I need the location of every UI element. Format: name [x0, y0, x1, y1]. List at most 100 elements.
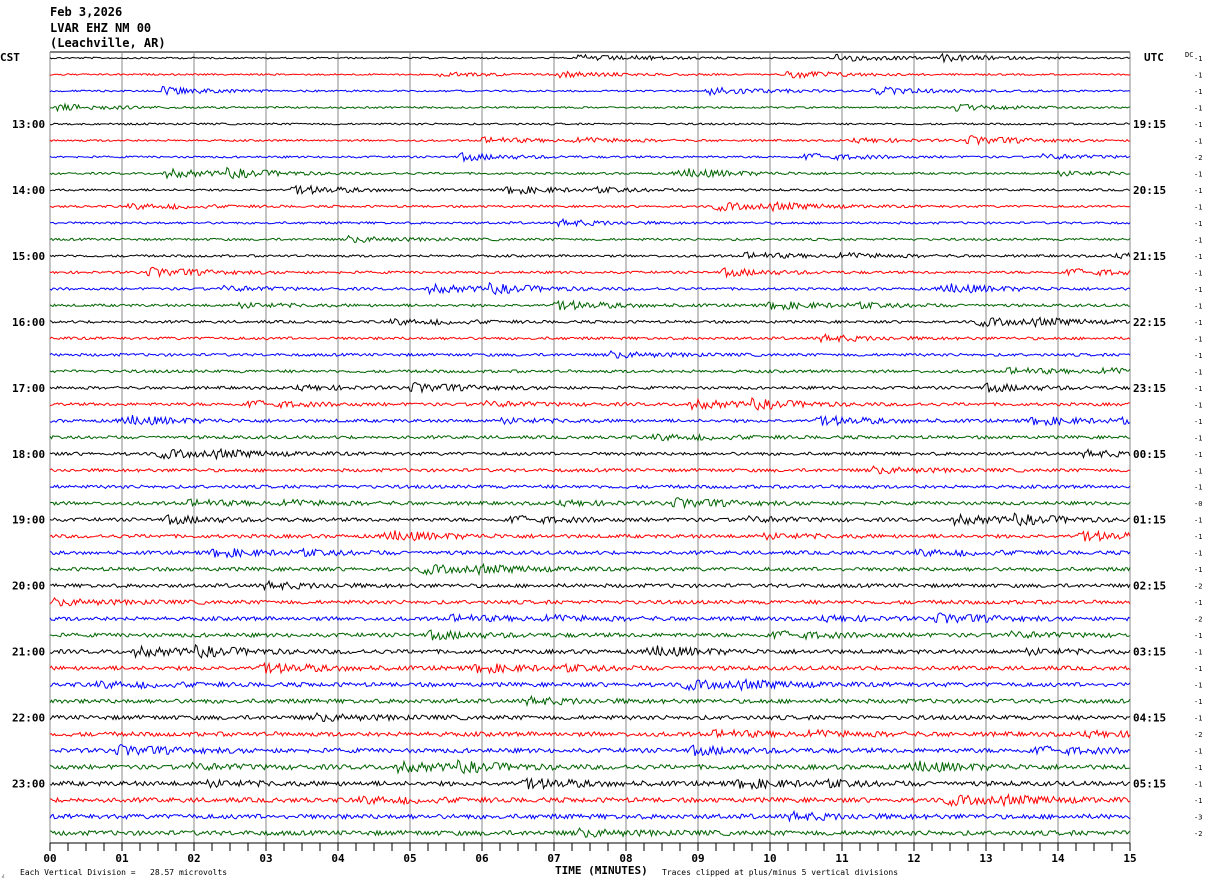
- trace-line: [49, 166, 1131, 180]
- dc-offset-label: -1: [1194, 451, 1202, 459]
- dc-offset-label: -1: [1194, 385, 1202, 393]
- dc-offset-label: -1: [1194, 517, 1202, 525]
- trace-line: [49, 447, 1131, 461]
- trace-line: [49, 661, 1131, 675]
- trace-line: [49, 759, 1130, 775]
- x-axis-title: TIME (MINUTES): [555, 864, 648, 877]
- trace-line: [49, 299, 1131, 311]
- dc-offset-label: -1: [1194, 797, 1202, 805]
- dc-offset-label: -1: [1194, 286, 1202, 294]
- dc-offset-label: -1: [1194, 764, 1202, 772]
- trace-line: [49, 396, 1131, 412]
- dc-offset-label: -2: [1194, 731, 1202, 739]
- dc-offset-label: -1: [1194, 698, 1202, 706]
- dc-offset-label: -1: [1194, 599, 1202, 607]
- dc-offset-label: -1: [1194, 467, 1202, 475]
- right-hour-label: 20:15: [1133, 184, 1166, 197]
- left-hour-label: 21:00: [12, 646, 45, 659]
- dc-offset-label: -1: [1194, 550, 1202, 558]
- dc-offset-label: -1: [1194, 121, 1202, 129]
- trace-line: [49, 200, 1131, 213]
- trace-line: [49, 579, 1131, 592]
- x-tick-label: 10: [763, 852, 776, 865]
- trace-line: [49, 809, 1131, 823]
- trace-line: [49, 152, 1131, 164]
- dc-offset-label: -1: [1194, 104, 1202, 112]
- trace-line: [50, 414, 1131, 427]
- x-tick-label: 15: [1123, 852, 1136, 865]
- minute-gridlines: [49, 51, 1131, 843]
- dc-offset-label: -2: [1194, 154, 1202, 162]
- trace-line: [49, 281, 1131, 296]
- trace-line: [49, 85, 1131, 97]
- left-hour-label: 16:00: [12, 316, 45, 329]
- dc-offset-label: -1: [1194, 55, 1202, 63]
- trace-line: [49, 562, 1131, 577]
- left-hour-label: 13:00: [12, 118, 45, 131]
- trace-line: [49, 184, 1131, 196]
- x-tick-label: 06: [475, 852, 489, 865]
- x-tick-label: 04: [331, 852, 345, 865]
- dc-offset-label: -1: [1194, 220, 1202, 228]
- trace-line: [49, 643, 1131, 659]
- left-hour-label: 15:00: [12, 250, 45, 263]
- trace-line: [49, 629, 1131, 641]
- dc-offset-label: -1: [1194, 187, 1202, 195]
- left-hour-label: 14:00: [12, 184, 45, 197]
- seismic-traces: [49, 52, 1131, 838]
- trace-line: [49, 135, 1131, 146]
- trace-line: [49, 465, 1131, 475]
- right-hour-label: 23:15: [1133, 382, 1166, 395]
- trace-line: [49, 52, 1131, 64]
- scale-note: Each Vertical Division = 28.57 microvolt…: [20, 868, 227, 877]
- trace-line: [49, 827, 1131, 838]
- right-hour-label: 03:15: [1133, 646, 1166, 659]
- dc-offset-label: -1: [1194, 335, 1202, 343]
- left-hour-label: 19:00: [12, 514, 45, 527]
- trace-line: [49, 122, 1130, 126]
- dc-offset-label: -1: [1194, 203, 1202, 211]
- right-hour-label: 04:15: [1133, 712, 1166, 725]
- dc-offset-label: -1: [1194, 566, 1202, 574]
- dc-offset-label: -1: [1194, 137, 1202, 145]
- trace-line: [49, 251, 1131, 260]
- x-tick-label: 14: [1051, 852, 1065, 865]
- right-hour-label: 21:15: [1133, 250, 1166, 263]
- trace-line: [49, 547, 1131, 559]
- right-hour-label: 22:15: [1133, 316, 1166, 329]
- dc-offset-label: -1: [1194, 418, 1202, 426]
- trace-line: [50, 102, 1131, 113]
- left-hour-label: 18:00: [12, 448, 45, 461]
- dc-offset-label: -1: [1194, 434, 1202, 442]
- trace-line: [49, 70, 1131, 80]
- right-hour-label: 00:15: [1133, 448, 1166, 461]
- trace-line: [49, 497, 1131, 510]
- left-timezone-label: CST: [0, 51, 20, 64]
- trace-line: [49, 512, 1131, 527]
- left-hour-label: 23:00: [12, 778, 45, 791]
- trace-line: [49, 349, 1131, 359]
- trace-line: [49, 777, 1131, 791]
- dc-offset-label: -3: [1194, 814, 1202, 822]
- dc-offset-label: -1: [1194, 715, 1202, 723]
- dc-offset-label: -1: [1194, 253, 1202, 261]
- trace-line: [49, 366, 1131, 376]
- x-tick-label: 13: [979, 852, 992, 865]
- left-hour-label: 20:00: [12, 580, 45, 593]
- dc-offset-label: -1: [1194, 665, 1202, 673]
- trace-line: [49, 316, 1131, 329]
- trace-line: [49, 484, 1131, 490]
- trace-line: [49, 612, 1131, 624]
- trace-line: [49, 433, 1131, 442]
- trace-line: [49, 234, 1131, 243]
- x-tick-label: 12: [907, 852, 920, 865]
- x-axis: 00 01 02 03 04 05 06 07 08 09 10 11 12 13 14 15: [43, 842, 1137, 865]
- trace-line: [49, 712, 1131, 723]
- dc-offset-label: -0: [1194, 500, 1202, 508]
- x-tick-label: 01: [115, 852, 129, 865]
- dc-offset-label: -1: [1194, 88, 1202, 96]
- clip-note: Traces clipped at plus/minus 5 vertical …: [662, 868, 898, 877]
- x-tick-label: 03: [259, 852, 272, 865]
- trace-line: [49, 266, 1131, 279]
- dc-offset-label: -1: [1194, 71, 1202, 79]
